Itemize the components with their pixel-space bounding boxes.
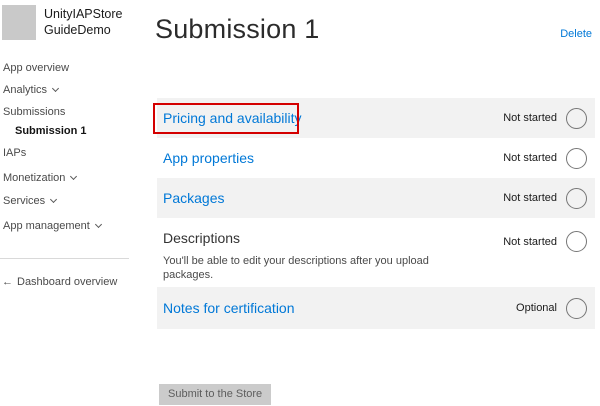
chevron-down-icon xyxy=(95,221,102,228)
chevron-down-icon xyxy=(70,173,77,180)
sidebar-item-app-management[interactable]: App management xyxy=(3,220,101,232)
sidebar-item-submission-1[interactable]: Submission 1 xyxy=(15,125,87,137)
back-arrow-icon: ← xyxy=(2,276,13,288)
pricing-and-availability-link[interactable]: Pricing and availability xyxy=(163,110,302,126)
status-circle-icon xyxy=(566,298,587,319)
sidebar-item-label: App management xyxy=(3,220,90,232)
descriptions-helper-text: You'll be able to edit your descriptions… xyxy=(163,254,453,282)
sidebar-item-dashboard-overview[interactable]: ← Dashboard overview xyxy=(2,276,117,288)
status-circle-icon xyxy=(566,188,587,209)
packages-link[interactable]: Packages xyxy=(163,190,224,206)
status-label: Not started xyxy=(503,112,557,124)
notes-for-certification-link[interactable]: Notes for certification xyxy=(163,300,295,316)
sidebar-item-analytics[interactable]: Analytics xyxy=(3,84,58,96)
delete-link[interactable]: Delete xyxy=(560,28,592,40)
app-icon xyxy=(2,5,36,40)
submit-to-store-button[interactable]: Submit to the Store xyxy=(159,384,271,405)
sidebar-item-label: Analytics xyxy=(3,84,47,96)
checklist-row-packages[interactable]: Packages Not started xyxy=(157,178,595,218)
sidebar-item-label: IAPs xyxy=(3,147,26,159)
status-group: Not started xyxy=(503,108,587,129)
submission-checklist: Pricing and availability Not started App… xyxy=(157,98,595,329)
status-label: Not started xyxy=(503,152,557,164)
checklist-row-descriptions: Descriptions You'll be able to edit your… xyxy=(157,218,595,287)
descriptions-title: Descriptions xyxy=(163,230,453,246)
status-group: Optional xyxy=(516,298,587,319)
status-label: Not started xyxy=(503,192,557,204)
sidebar-item-iaps[interactable]: IAPs xyxy=(3,147,26,159)
status-label: Not started xyxy=(503,236,557,248)
checklist-row-app-properties[interactable]: App properties Not started xyxy=(157,138,595,178)
sidebar: UnityIAPStore GuideDemo App overview Ana… xyxy=(0,0,145,406)
app-properties-link[interactable]: App properties xyxy=(163,150,254,166)
checklist-row-notes-certification[interactable]: Notes for certification Optional xyxy=(157,287,595,329)
sidebar-item-label: Services xyxy=(3,195,45,207)
chevron-down-icon xyxy=(50,196,57,203)
status-group: Not started xyxy=(503,231,587,252)
status-group: Not started xyxy=(503,188,587,209)
sidebar-item-label: Submission 1 xyxy=(15,125,87,137)
app-name: UnityIAPStore GuideDemo xyxy=(44,6,139,38)
sidebar-item-services[interactable]: Services xyxy=(3,195,56,207)
status-label: Optional xyxy=(516,302,557,314)
sidebar-divider xyxy=(0,258,129,259)
sidebar-item-label: Monetization xyxy=(3,172,65,184)
sidebar-item-label: App overview xyxy=(3,62,69,74)
status-circle-icon xyxy=(566,108,587,129)
status-circle-icon xyxy=(566,231,587,252)
checklist-row-pricing[interactable]: Pricing and availability Not started xyxy=(157,98,595,138)
page-title: Submission 1 xyxy=(155,14,319,45)
status-circle-icon xyxy=(566,148,587,169)
sidebar-item-label: Submissions xyxy=(3,106,65,118)
app-submission-page: UnityIAPStore GuideDemo App overview Ana… xyxy=(0,0,600,406)
sidebar-item-app-overview[interactable]: App overview xyxy=(3,62,69,74)
sidebar-item-submissions[interactable]: Submissions xyxy=(3,106,65,118)
status-group: Not started xyxy=(503,148,587,169)
sidebar-item-label: Dashboard overview xyxy=(17,276,117,288)
sidebar-item-monetization[interactable]: Monetization xyxy=(3,172,76,184)
chevron-down-icon xyxy=(52,85,59,92)
